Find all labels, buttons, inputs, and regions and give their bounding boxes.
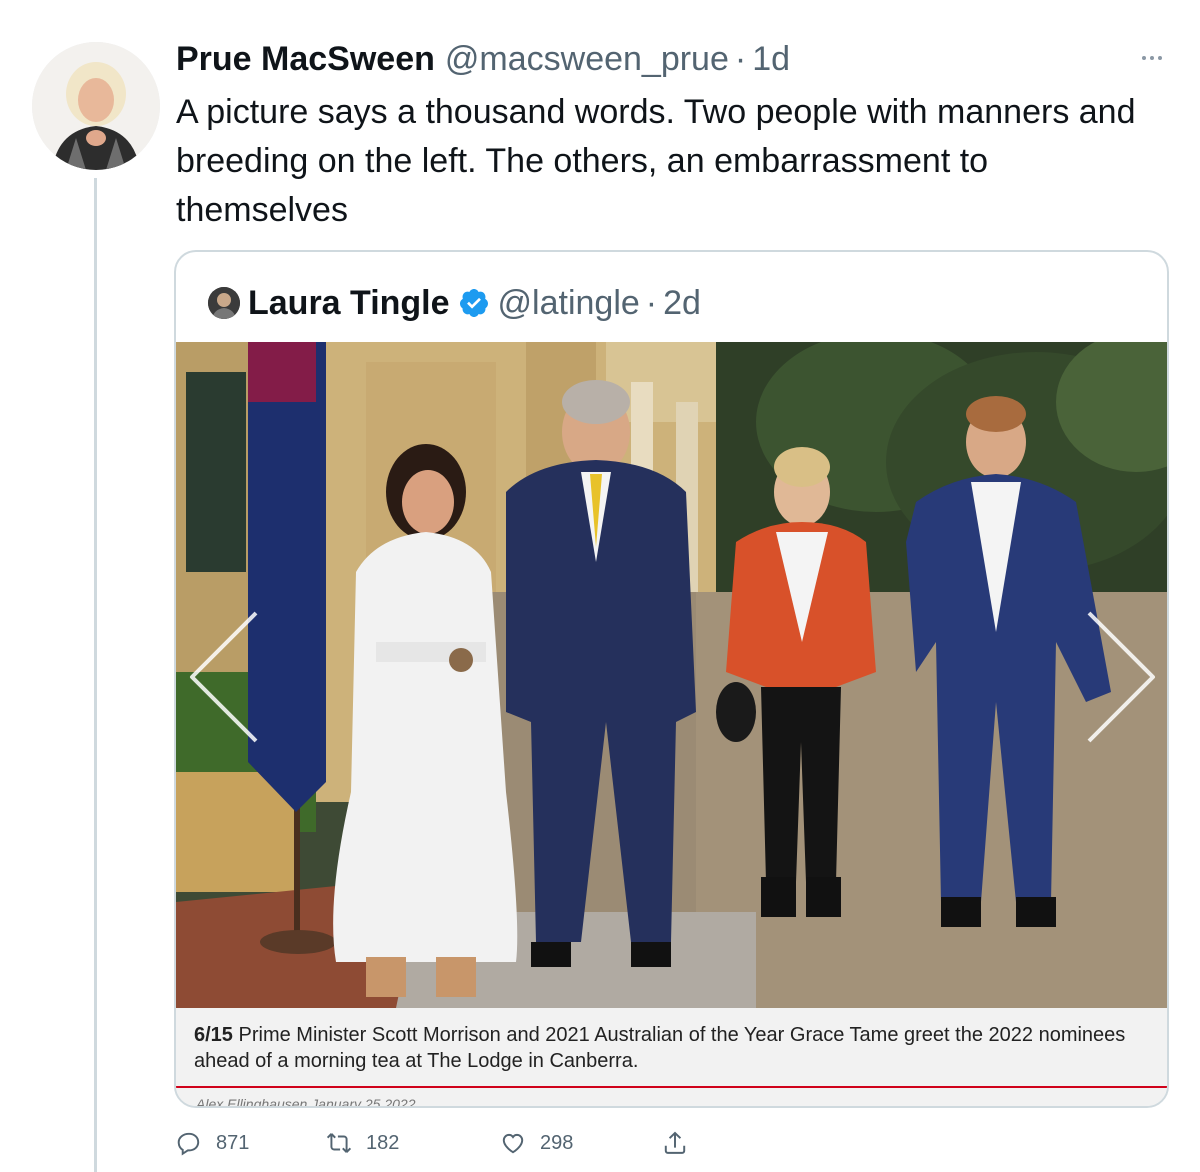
quoted-tweet-card[interactable]: Laura Tingle @latingle · 2d 6/15 Prime M… bbox=[174, 250, 1169, 1108]
header-separator: · bbox=[734, 40, 747, 78]
next-photo-button[interactable] bbox=[1081, 607, 1161, 747]
photo-caption-area: 6/15 Prime Minister Scott Morrison and 2… bbox=[176, 1008, 1167, 1106]
author-avatar[interactable] bbox=[32, 42, 160, 170]
author-display-name[interactable]: Prue MacSween bbox=[176, 40, 435, 79]
reply-button[interactable]: 871 bbox=[176, 1130, 249, 1156]
previous-photo-button[interactable] bbox=[184, 607, 264, 747]
like-count: 298 bbox=[540, 1131, 574, 1154]
reply-count: 871 bbox=[216, 1131, 250, 1154]
photo-caption: 6/15 Prime Minister Scott Morrison and 2… bbox=[194, 1022, 1154, 1074]
quoted-tweet-header: Laura Tingle @latingle · 2d bbox=[208, 282, 701, 324]
share-button[interactable] bbox=[662, 1130, 688, 1156]
retweet-count: 182 bbox=[366, 1131, 400, 1154]
like-button[interactable]: 298 bbox=[500, 1130, 573, 1156]
quoted-author-avatar[interactable] bbox=[208, 287, 240, 319]
quoted-photo[interactable] bbox=[176, 342, 1167, 1008]
chevron-right-icon bbox=[1087, 611, 1155, 743]
retweet-icon bbox=[326, 1133, 352, 1153]
caption-index: 6/15 bbox=[194, 1024, 233, 1046]
tweet-timestamp[interactable]: 1d bbox=[752, 40, 790, 79]
photo-credit: Alex Ellinghausen January 25 2022 bbox=[196, 1096, 416, 1108]
more-options-icon[interactable] bbox=[1134, 46, 1170, 70]
tweet-action-bar: 871 182 298 bbox=[176, 1126, 776, 1166]
quoted-author-display-name[interactable]: Laura Tingle bbox=[248, 284, 450, 323]
like-icon bbox=[502, 1133, 524, 1154]
tweet-header: Prue MacSween @macsween_prue · 1d bbox=[176, 40, 790, 82]
photo-scene bbox=[176, 342, 1167, 1008]
reply-icon bbox=[177, 1132, 200, 1156]
chevron-left-icon bbox=[190, 611, 258, 743]
quoted-author-handle[interactable]: @latingle bbox=[498, 284, 640, 323]
quoted-header-separator: · bbox=[645, 283, 658, 322]
share-icon bbox=[664, 1131, 686, 1154]
tweet-text: A picture says a thousand words. Two peo… bbox=[176, 93, 1136, 229]
author-handle[interactable]: @macsween_prue bbox=[445, 40, 729, 79]
caption-divider bbox=[176, 1086, 1167, 1088]
avatar-image bbox=[32, 42, 160, 170]
caption-text: Prime Minister Scott Morrison and 2021 A… bbox=[194, 1024, 1126, 1072]
retweet-button[interactable]: 182 bbox=[326, 1130, 399, 1156]
quoted-tweet-timestamp[interactable]: 2d bbox=[663, 284, 701, 323]
verified-badge-icon bbox=[459, 289, 488, 317]
thread-connector-line bbox=[94, 178, 97, 1172]
